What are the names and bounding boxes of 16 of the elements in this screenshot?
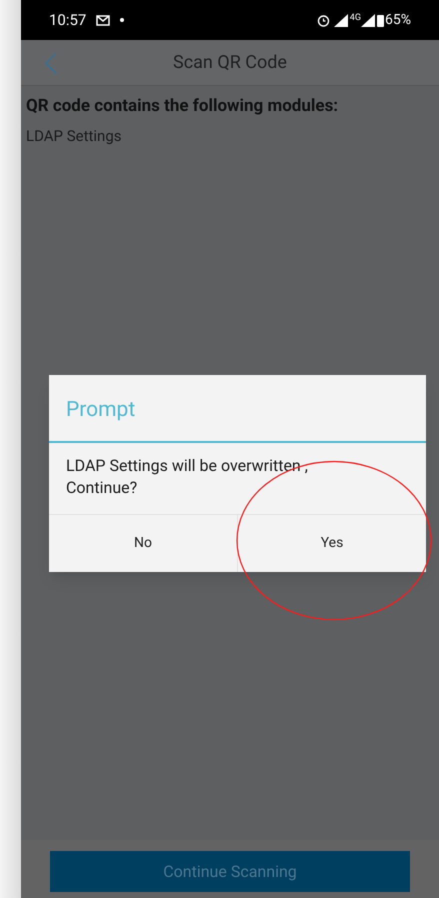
header-title: Scan QR Code <box>173 51 287 75</box>
dialog-message: LDAP Settings will be overwritten , Continue? <box>65 454 309 498</box>
signal-icon <box>361 14 375 26</box>
status-time: 10:57 <box>49 10 86 31</box>
network-label: 4G <box>350 12 361 25</box>
mail-icon <box>96 14 110 26</box>
battery-icon <box>377 14 384 26</box>
dialog-button[interactable]: No <box>49 514 237 572</box>
back-icon[interactable] <box>45 52 57 74</box>
signal-icon <box>334 14 348 26</box>
module-name: LDAP Settings <box>26 126 123 146</box>
dialog-title: Prompt <box>49 375 426 442</box>
battery-level: 65% <box>385 10 411 30</box>
modules-heading: QR code contains the following modules: <box>26 95 340 118</box>
dialog-button[interactable]: Yes <box>237 514 426 572</box>
alarm-icon <box>316 14 330 26</box>
